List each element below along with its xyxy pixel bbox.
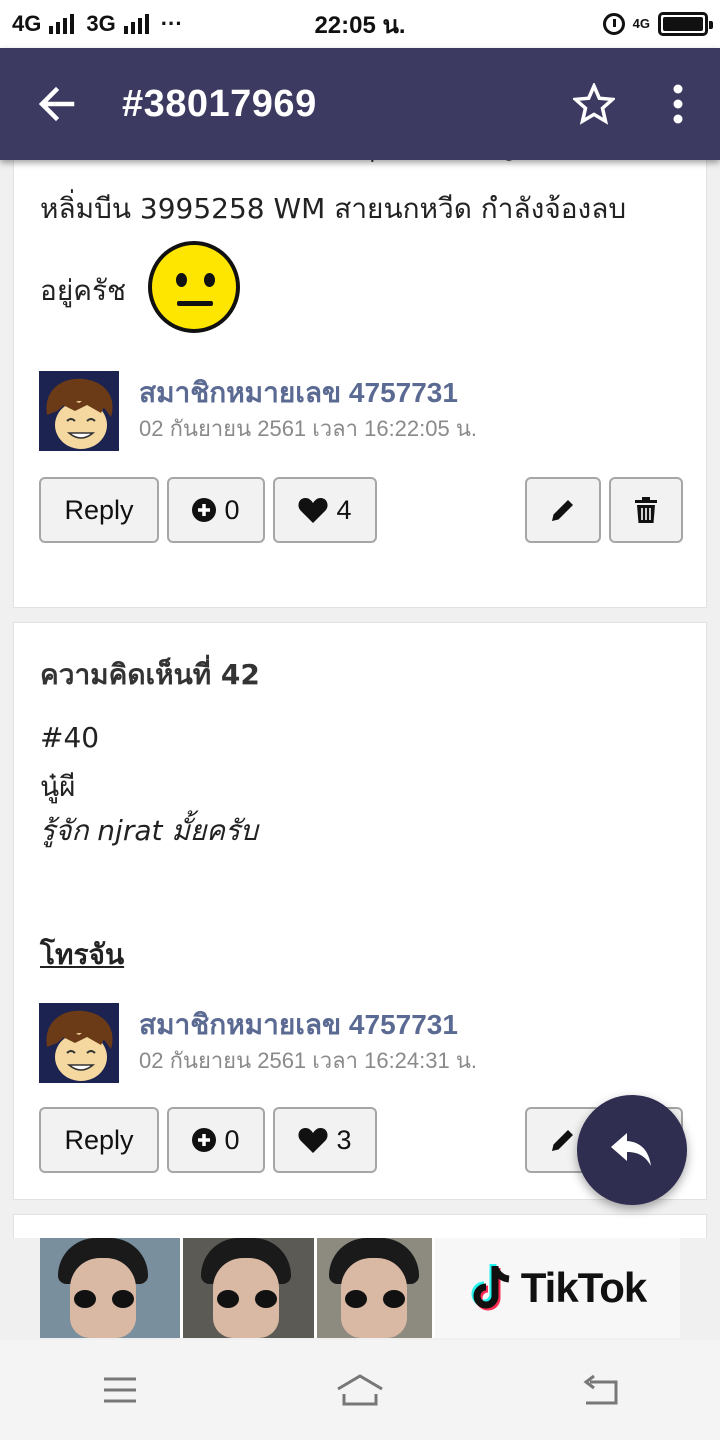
- comment-list[interactable]: เพื่อนๆผ่ายบรรจายบ เดยทุกท่าน เชิญครับ !…: [0, 160, 720, 1238]
- topic-title: #38017969: [122, 82, 317, 125]
- back-button[interactable]: [0, 48, 112, 160]
- favorite-button[interactable]: [552, 48, 636, 160]
- more-vert-icon: [673, 84, 683, 124]
- like-button[interactable]: 4: [273, 477, 377, 543]
- ad-photo: [40, 1238, 183, 1338]
- network-4g-label: 4G: [12, 11, 42, 36]
- quote-text: รู้จัก njrat มั้ยครับ: [40, 814, 258, 847]
- comment-cut-text: เพื่อนๆผ่ายบรรจายบ เดยทุกท่าน เชิญครับ !…: [40, 160, 617, 168]
- ad-photo: [183, 1238, 317, 1338]
- nav-menu-button[interactable]: [60, 1340, 180, 1440]
- more-notifications: ···: [160, 11, 183, 36]
- reply-label: Reply: [64, 494, 134, 525]
- signal-icon: [49, 14, 75, 34]
- pencil-icon: [552, 500, 573, 521]
- more-options-button[interactable]: [636, 48, 720, 160]
- pencil-icon: [552, 1130, 573, 1151]
- comment-date: 02 กันยายน 2561 เวลา 16:22:05 น.: [139, 416, 478, 441]
- back-arrow-icon: [38, 86, 75, 122]
- signal-icon-2: [123, 14, 149, 34]
- status-right: 4G: [602, 12, 713, 36]
- system-nav-bar: [0, 1340, 720, 1440]
- back-icon: [583, 1374, 618, 1405]
- avatar[interactable]: [39, 371, 119, 451]
- reply-arrow-icon: [611, 1133, 651, 1166]
- status-bar: 4G 3G ··· 22:05 น. 4G: [0, 0, 720, 48]
- plus-count: 0: [224, 494, 240, 525]
- comment-body-line: อยู่ครัช: [40, 274, 126, 307]
- nav-back-button[interactable]: [540, 1340, 660, 1440]
- comment-card: เพื่อนๆผ่ายบรรจายบ เดยทุกท่าน เชิญครับ !…: [13, 160, 707, 608]
- alarm-icon: [602, 13, 625, 35]
- star-icon: [573, 83, 615, 125]
- comment-date: 02 กันยายน 2561 เวลา 16:24:31 น.: [139, 1048, 478, 1073]
- like-count: 3: [336, 1124, 352, 1155]
- home-icon: [337, 1374, 383, 1406]
- like-count: 4: [336, 494, 352, 525]
- reply-fab-button[interactable]: [577, 1095, 687, 1205]
- reply-label: Reply: [64, 1124, 134, 1155]
- author-name[interactable]: สมาชิกหมายเลข 4757731: [139, 371, 458, 415]
- comment-body-line: หลิ่มบีน 3995258 WM สายนกหวีด กำลังจ้องล…: [40, 192, 627, 225]
- ad-brand-text: TikTok: [520, 1264, 647, 1311]
- plus-circle-icon: [192, 498, 217, 522]
- reply-button[interactable]: Reply: [39, 1107, 159, 1173]
- battery-icon: [658, 12, 713, 36]
- edit-button[interactable]: [525, 477, 601, 543]
- ad-banner[interactable]: TikTok: [40, 1238, 680, 1338]
- tiktok-logo-icon: [471, 1264, 510, 1311]
- network-3g-label: 3G: [86, 11, 116, 36]
- quote-author: นู๋ผี: [40, 770, 76, 803]
- trash-icon: [635, 497, 657, 523]
- heart-icon: [298, 498, 329, 523]
- plus-circle-icon: [192, 1128, 217, 1152]
- comment-card: [13, 1214, 707, 1238]
- plus-vote-button[interactable]: 0: [167, 1107, 265, 1173]
- ad-photo: [317, 1238, 435, 1338]
- neutral-face-emoji-icon: [148, 241, 240, 333]
- delete-button[interactable]: [609, 477, 683, 543]
- reply-button[interactable]: Reply: [39, 477, 159, 543]
- ad-logo: TikTok: [435, 1238, 680, 1338]
- quote-reference[interactable]: #40: [40, 721, 99, 754]
- plus-count: 0: [224, 1124, 240, 1155]
- app-bar-actions: [552, 48, 720, 160]
- author-row: สมาชิกหมายเลข 4757731 02 กันยายน 2561 เว…: [39, 1003, 679, 1085]
- like-button[interactable]: 3: [273, 1107, 377, 1173]
- app-bar: #38017969: [0, 48, 720, 160]
- heart-icon: [298, 1128, 329, 1153]
- comment-heading: ความคิดเห็นที่ 42: [40, 658, 260, 691]
- author-row: สมาชิกหมายเลข 4757731 02 กันยายน 2561 เว…: [39, 371, 679, 453]
- plus-vote-button[interactable]: 0: [167, 477, 265, 543]
- author-name[interactable]: สมาชิกหมายเลข 4757731: [139, 1003, 458, 1047]
- menu-icon: [104, 1377, 136, 1403]
- network-4g-small: 4G: [632, 16, 650, 31]
- status-left: 4G 3G ···: [12, 11, 183, 37]
- nav-home-button[interactable]: [300, 1340, 420, 1440]
- avatar[interactable]: [39, 1003, 119, 1083]
- comment-link-text[interactable]: โทรจัน: [40, 933, 124, 977]
